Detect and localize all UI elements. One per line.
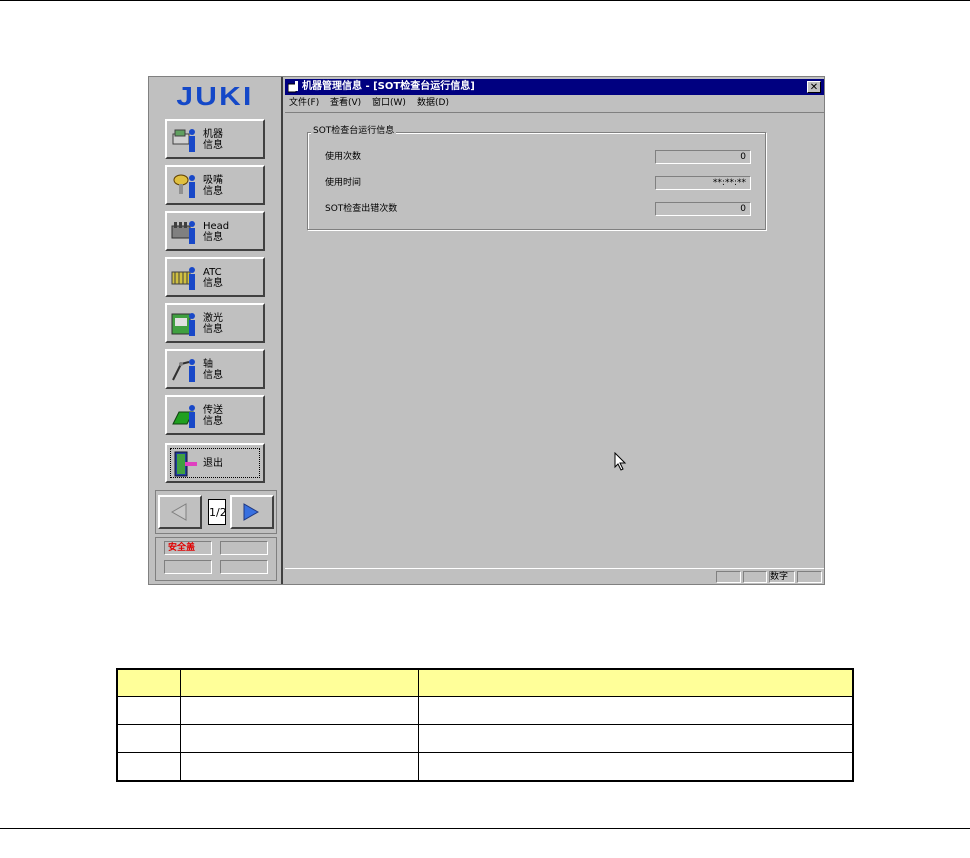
table-cell [116,724,181,753]
window-statusbar: 数字 [285,568,824,585]
table-cell [418,724,854,753]
nav-label: Head 信息 [203,221,230,243]
field-value-use-count: 0 [655,150,751,164]
field-value-error-count: 0 [655,202,751,216]
nav-label: 退出 [203,458,223,469]
left-nav-panel: JUKI 机器 信息 吸嘴 信息 Head 信息 ATC 信息 激光 信息 轴 … [149,77,283,584]
conveyor-info-button[interactable]: 传送 信息 [165,395,265,435]
nav-label: ATC 信息 [203,267,223,289]
table-row [116,696,854,725]
status-cell [220,541,268,555]
field-value-use-time: **:**:** [655,176,751,190]
mouse-cursor-icon [614,452,627,471]
app-screenshot: JUKI 机器 信息 吸嘴 信息 Head 信息 ATC 信息 激光 信息 轴 … [148,76,825,585]
table-header-cell [418,668,854,697]
laser-info-icon [171,310,199,338]
table-cell [180,724,419,753]
statusbar-pane [743,571,767,583]
atc-info-icon [171,264,199,292]
machine-info-icon [171,126,199,154]
next-page-button[interactable] [230,495,274,529]
window-titlebar[interactable]: 机器管理信息 - [SOT检查台运行信息] ✕ [285,79,824,95]
axis-info-button[interactable]: 轴 信息 [165,349,265,389]
table-header-cell [116,668,181,697]
field-label-use-time: 使用时间 [325,178,362,188]
conveyor-info-icon [171,402,199,430]
nav-label: 轴 信息 [203,359,223,381]
field-label-error-count: SOT检查出错次数 [325,204,398,214]
table-cell [180,696,419,725]
arrow-left-icon [170,503,187,521]
table-row [116,724,854,753]
menu-bar: 文件(F) 查看(V) 窗口(W) 数据(D) [285,96,824,110]
page-indicator: 1/2 [208,499,227,525]
menu-view[interactable]: 查看(V) [330,96,361,110]
field-label-use-count: 使用次数 [325,152,362,162]
statusbar-pane [797,571,822,583]
page-navigator: 1/2 [155,490,277,534]
table-header-row [116,668,854,697]
top-rule [0,0,970,1]
nav-label: 传送 信息 [203,405,223,427]
table-cell [418,696,854,725]
table-cell [116,752,181,782]
statusbar-num-pane: 数字 [769,571,795,583]
table-cell [180,752,419,782]
table-row [116,752,854,782]
arrow-right-icon [243,503,260,521]
menu-file[interactable]: 文件(F) [289,96,319,110]
nav-label: 激光 信息 [203,313,223,335]
table-header-cell [180,668,419,697]
nozzle-info-icon [171,172,199,200]
table-cell [116,696,181,725]
statusbar-pane [716,571,741,583]
status-cell [220,560,268,574]
menu-data[interactable]: 数据(D) [417,96,449,110]
groupbox-title: SOT检查台运行信息 [311,125,397,137]
axis-info-icon [171,356,199,384]
head-info-icon [171,218,199,246]
nav-label: 机器 信息 [203,129,223,151]
safety-cover-indicator: 安全盖 [164,541,212,555]
machine-info-button[interactable]: 机器 信息 [165,119,265,159]
bottom-rule [0,828,970,829]
prev-page-button[interactable] [158,495,202,529]
juki-logo: JUKI [176,81,254,111]
info-window: 机器管理信息 - [SOT检查台运行信息] ✕ 文件(F) 查看(V) 窗口(W… [285,77,824,584]
exit-door-icon [171,450,199,478]
menu-window[interactable]: 窗口(W) [372,96,406,110]
exit-button[interactable]: 退出 [165,443,265,483]
status-indicators: 安全盖 [155,537,277,581]
info-table [116,668,854,782]
laser-info-button[interactable]: 激光 信息 [165,303,265,343]
table-cell [418,752,854,782]
nozzle-info-button[interactable]: 吸嘴 信息 [165,165,265,205]
app-window-icon [287,81,300,93]
close-button[interactable]: ✕ [807,81,821,93]
status-cell [164,560,212,574]
atc-info-button[interactable]: ATC 信息 [165,257,265,297]
nav-label: 吸嘴 信息 [203,175,223,197]
window-title: 机器管理信息 - [SOT检查台运行信息] [302,81,475,92]
head-info-button[interactable]: Head 信息 [165,211,265,251]
